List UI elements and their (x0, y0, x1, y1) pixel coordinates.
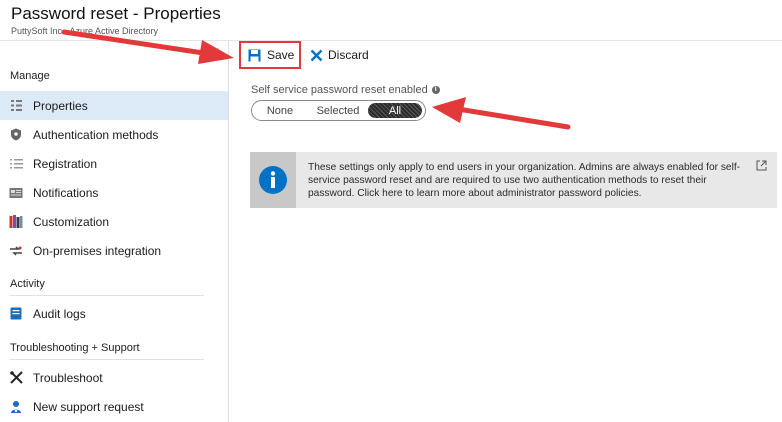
section-divider (10, 295, 204, 296)
sidebar-item-registration[interactable]: Registration (0, 149, 228, 178)
shield-icon (9, 128, 23, 142)
discard-button[interactable]: Discard (310, 41, 369, 69)
properties-icon (9, 99, 23, 113)
sidebar-item-notifications[interactable]: Notifications (0, 178, 228, 207)
audit-log-icon (9, 307, 23, 321)
save-label: Save (267, 48, 295, 62)
page-title: Password reset - Properties (11, 4, 221, 23)
discard-icon (310, 49, 323, 62)
support-person-icon (9, 400, 23, 414)
sidebar-item-label: Registration (33, 156, 98, 171)
books-icon (9, 215, 23, 229)
info-icon[interactable]: i (431, 86, 440, 94)
annotation-arrow-toggle (432, 97, 571, 130)
sidebar-item-authentication-methods[interactable]: Authentication methods (0, 120, 228, 149)
option-all[interactable]: All (368, 103, 422, 118)
option-none[interactable]: None (252, 103, 308, 118)
sidebar-item-customization[interactable]: Customization (0, 207, 228, 236)
option-selected[interactable]: Selected (308, 103, 368, 118)
info-banner[interactable]: These settings only apply to end users i… (250, 152, 777, 208)
sidebar-item-label: New support request (33, 399, 144, 414)
save-icon (248, 49, 261, 62)
save-button[interactable]: Save (239, 41, 301, 69)
annotation-arrow-save (61, 29, 234, 64)
sidebar-item-properties[interactable]: Properties (0, 91, 228, 120)
sidebar-item-label: Properties (33, 98, 88, 113)
sidebar-item-label: Audit logs (33, 306, 86, 321)
sidebar-item-new-support-request[interactable]: New support request (0, 392, 228, 421)
setting-label: Self service password reset enabled i (251, 84, 440, 96)
sidebar-item-label: Troubleshoot (33, 370, 103, 385)
external-link-icon[interactable] (756, 158, 767, 176)
section-header-activity: Activity (10, 278, 45, 290)
sync-icon (9, 244, 23, 258)
discard-label: Discard (328, 48, 369, 62)
section-header-troubleshooting: Troubleshooting + Support (10, 342, 140, 354)
sidebar-item-troubleshoot[interactable]: Troubleshoot (0, 363, 228, 392)
sspr-enabled-toggle: None Selected All (251, 100, 426, 121)
list-icon (9, 157, 23, 171)
sidebar-item-label: On-premises integration (33, 243, 162, 258)
sidebar-item-on-premises-integration[interactable]: On-premises integration (0, 236, 228, 265)
sidebar-item-label: Authentication methods (33, 127, 159, 142)
banner-icon-box (250, 152, 296, 208)
sidebar-item-audit-logs[interactable]: Audit logs (0, 299, 228, 328)
setting-label-text: Self service password reset enabled (251, 84, 428, 96)
notifications-icon (9, 186, 23, 200)
tools-icon (9, 371, 23, 385)
banner-text: These settings only apply to end users i… (308, 162, 741, 199)
section-header-manage: Manage (10, 70, 50, 82)
sidebar-item-label: Customization (33, 214, 110, 229)
sidebar-item-label: Notifications (33, 185, 99, 200)
section-divider (10, 359, 204, 360)
information-icon (259, 166, 287, 194)
